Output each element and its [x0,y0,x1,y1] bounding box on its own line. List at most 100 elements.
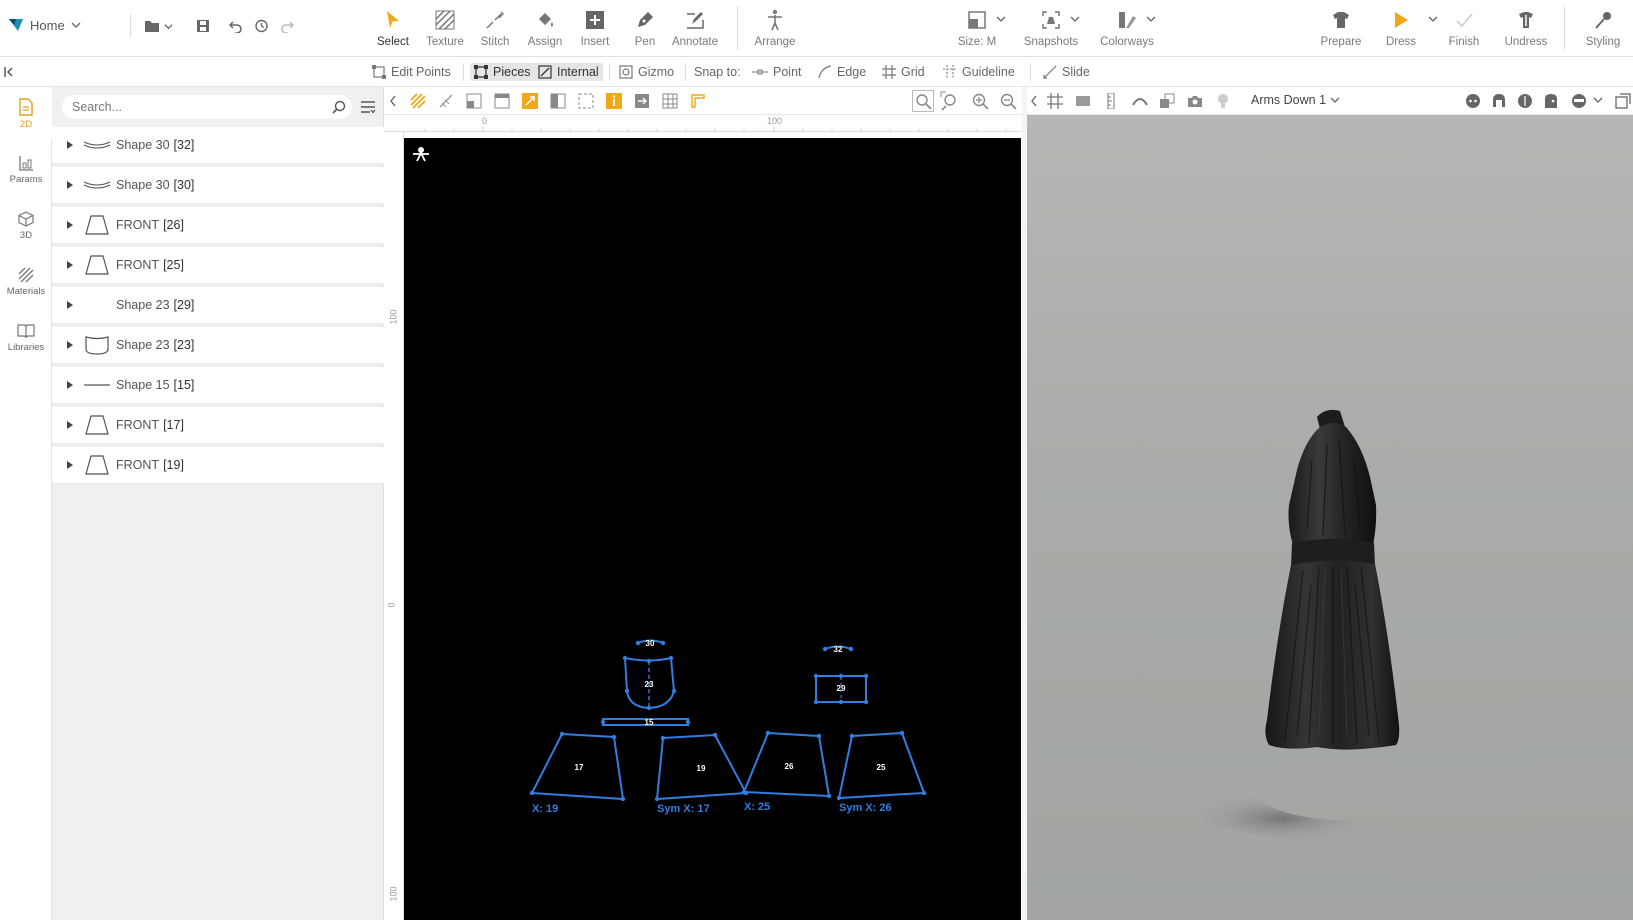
list-item[interactable]: FRONT [26] [52,207,384,245]
ruler-toggle-icon[interactable] [690,93,706,109]
collapse-panel-button[interactable] [4,63,14,81]
size-icon [965,8,989,32]
info-active-icon[interactable] [606,93,622,109]
frame-icon[interactable] [494,93,510,109]
camera-icon[interactable] [1187,93,1203,109]
caret-right-icon[interactable] [66,260,76,270]
item-name: Shape 30 [116,178,170,192]
tool-undress[interactable]: Undress [1497,6,1555,52]
caret-right-icon[interactable] [66,300,76,310]
caret-right-icon[interactable] [66,340,76,350]
grid-icon[interactable] [1047,93,1063,109]
half-fill-icon[interactable] [550,93,566,109]
list-item[interactable]: Shape 30 [30] [52,167,384,205]
caret-right-icon[interactable] [66,380,76,390]
chevron-down-icon[interactable] [1593,95,1609,111]
tool-annotate[interactable]: Annotate [666,6,724,52]
pieces-label: Pieces [493,65,531,79]
dashed-box-icon[interactable] [578,93,594,109]
avatar-view-icon[interactable] [1571,93,1587,109]
edit-points-toggle[interactable]: Edit Points [372,63,451,81]
rail-params[interactable]: Params [0,145,52,195]
pattern-thumbnail-icon [82,133,112,157]
zoom-out-icon[interactable] [998,91,1017,110]
avatar-side-icon[interactable] [1517,93,1533,109]
ruler-icon[interactable] [1103,93,1119,109]
chevron-left-icon[interactable] [388,94,404,110]
snapshots-button[interactable]: Snapshots [1022,6,1080,52]
rail-2d[interactable]: 2D [0,89,52,139]
layout-icon[interactable] [466,93,482,109]
slide-toggle[interactable]: Slide [1043,63,1090,81]
caret-right-icon[interactable] [66,460,76,470]
list-item[interactable]: Shape 15 [15] [52,367,384,405]
avatar-hair-icon[interactable] [1491,93,1507,109]
zoom-selection-icon[interactable] [940,91,956,111]
texture-toggle-icon[interactable] [410,93,426,109]
snap-to-label: Snap to: [694,65,741,79]
piece-label: 32 [834,645,843,654]
finish-check-icon [1452,8,1476,32]
arc-icon[interactable] [1131,93,1148,109]
item-index: [29] [173,298,195,312]
tool-styling[interactable]: Styling [1574,6,1632,52]
save-button[interactable] [196,16,210,36]
zoom-fit-icon[interactable] [912,90,934,112]
list-options-icon[interactable] [360,100,376,114]
list-item[interactable]: FRONT [17] [52,407,384,445]
pattern-canvas[interactable]: 30 23 15 32 29 17 19 26 25 X: 19 Sym X: … [404,138,1021,920]
tool-dress[interactable]: Dress [1372,6,1438,52]
size-selector[interactable]: Size: M [948,6,1006,52]
arrow-right-box-icon[interactable] [634,93,650,109]
internal-toggle[interactable]: Internal [534,63,603,81]
search-icon[interactable] [332,100,346,114]
caret-right-icon[interactable] [66,140,76,150]
tool-finish[interactable]: Finish [1435,6,1493,52]
rail-libraries[interactable]: Libraries [0,313,52,363]
tool-arrange[interactable]: Arrange [746,6,804,52]
home-menu[interactable]: Home [8,15,81,35]
redo-button[interactable] [280,16,294,36]
list-item[interactable]: FRONT [25] [52,247,384,285]
tool-prepare[interactable]: Prepare [1312,6,1370,52]
gizmo-toggle[interactable]: Gizmo [619,63,674,81]
overlay-icon[interactable] [1159,93,1175,109]
window-expand-icon[interactable] [1615,93,1631,109]
caret-right-icon[interactable] [66,420,76,430]
rail-materials[interactable]: Materials [0,257,52,307]
snap-point-label: Point [773,65,802,79]
table-grid-icon[interactable] [662,93,678,109]
list-item[interactable]: Shape 30 [32] [52,127,384,165]
symmetry-label: Sym X: 17 [657,803,710,815]
avatar-profile-icon[interactable] [1543,93,1559,109]
search-input[interactable] [72,98,312,116]
colorways-button[interactable]: Colorways [1098,6,1156,52]
undo-button[interactable] [229,16,243,36]
list-item[interactable]: Shape 23 [29] [52,287,384,325]
avatar-face-icon[interactable] [1465,93,1481,109]
internal-label: Internal [557,65,599,79]
resize-active-icon[interactable] [522,93,538,109]
list-item[interactable]: FRONT [19] [52,447,384,485]
avatar-pose-value: Arms Down 1 [1251,93,1327,107]
list-item[interactable]: Shape 23 [23] [52,327,384,365]
history-button[interactable] [254,16,268,36]
stitch-view-icon[interactable] [438,93,454,109]
caret-right-icon[interactable] [66,180,76,190]
ruler-label: 0 [482,116,488,126]
pieces-toggle[interactable]: Pieces [470,63,535,81]
snap-grid-toggle[interactable]: Grid [882,63,925,81]
snap-edge-toggle[interactable]: Edge [818,63,866,81]
zoom-in-icon[interactable] [970,91,989,110]
open-folder-button[interactable] [144,16,173,36]
avatar-pose-select[interactable]: Arms Down 1 [1251,93,1340,107]
chevron-left-icon[interactable] [1029,94,1045,110]
avatar-3d-view[interactable]: Arms Down 1 [1027,87,1633,920]
floor-plane-icon[interactable] [1075,93,1091,109]
rail-3d[interactable]: 3D [0,201,52,251]
snap-guideline-toggle[interactable]: Guideline [943,63,1015,81]
caret-right-icon[interactable] [66,220,76,230]
tool-select[interactable]: Select [364,6,422,52]
light-bulb-icon[interactable] [1215,93,1231,109]
snap-point-toggle[interactable]: Point [752,63,802,81]
